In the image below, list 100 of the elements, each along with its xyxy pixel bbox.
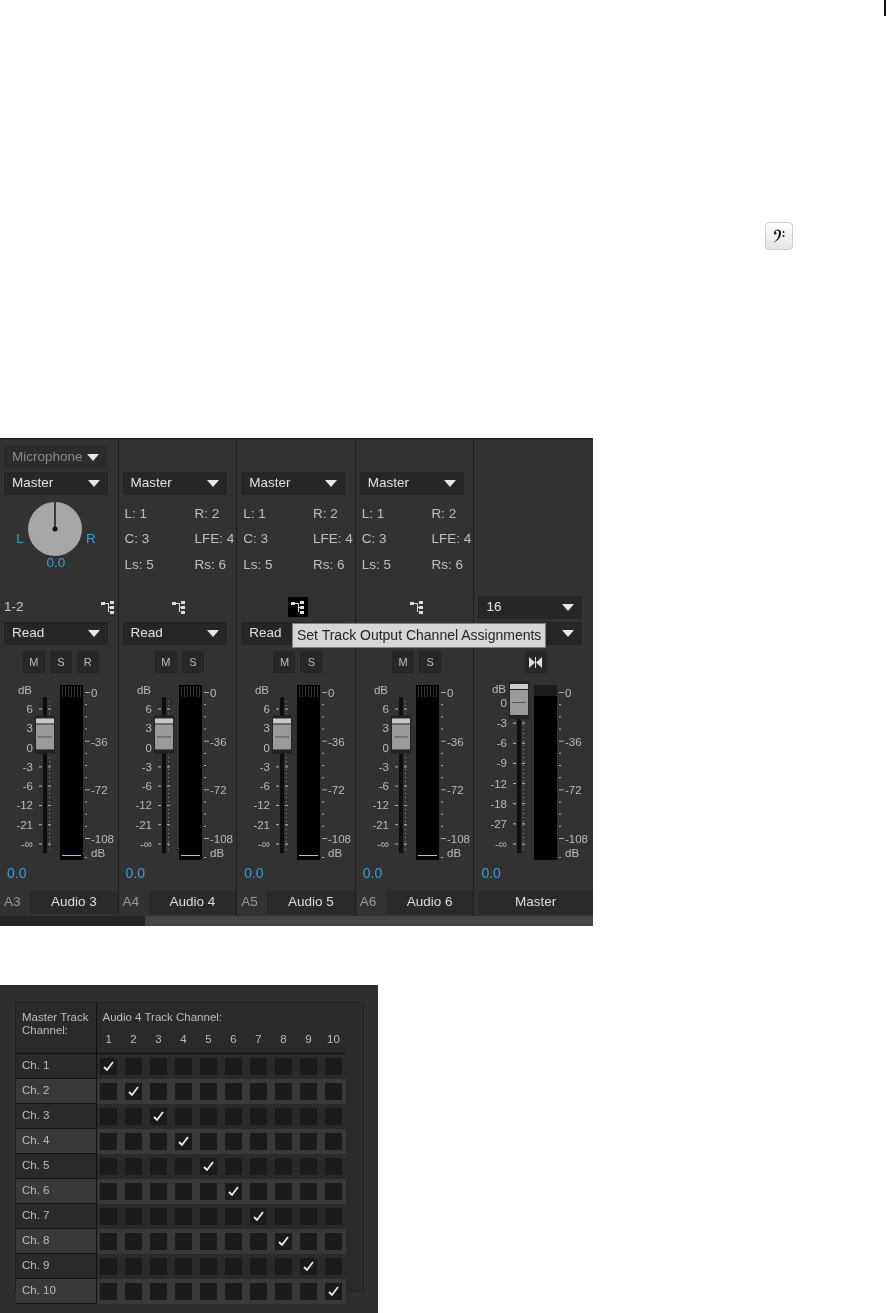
scale-label: 6 <box>263 703 271 715</box>
scale-label: 0 <box>446 687 454 699</box>
scale-label: 0 <box>26 741 33 754</box>
tooltip: Set Track Output Channel Assignments <box>292 623 547 648</box>
volume-value: 0.0 <box>124 864 147 883</box>
track-number: A6 <box>359 893 378 912</box>
unit-label: dB <box>91 847 106 859</box>
unit-label: dB <box>492 683 507 695</box>
scale-label: -108 <box>446 833 470 845</box>
scale-label: 0 <box>263 741 271 754</box>
unit-label: dB <box>565 847 580 859</box>
scale-label: -108 <box>565 833 589 845</box>
scale-label: 0 <box>145 741 152 754</box>
unit-label: dB <box>209 847 224 859</box>
scale-label: -∞ <box>376 838 389 850</box>
scale-label: 0 <box>565 687 572 699</box>
scale-label: -∞ <box>20 838 33 850</box>
row-label: Ch. 4 <box>16 1128 96 1154</box>
channel-assignment: LFE: 4 <box>313 530 353 549</box>
column-number: 5 <box>205 1032 212 1045</box>
channel-assignment: Ls: 5 <box>361 555 393 574</box>
column-number: 3 <box>155 1032 162 1045</box>
channel-assignment: Rs: 6 <box>431 555 465 574</box>
channel-assignment: Ls: 5 <box>124 555 155 574</box>
volume-value: 0.0 <box>243 864 265 883</box>
channel-assignment: R: 2 <box>194 505 221 523</box>
scale-label: -3 <box>22 760 33 773</box>
scale-label: -6 <box>141 780 152 793</box>
pan-left-label: L <box>16 529 24 548</box>
pan-value: 0.0 <box>46 554 66 572</box>
channel-assignment: L: 1 <box>124 505 149 523</box>
row-label: Ch. 6 <box>16 1178 96 1204</box>
channel-assignment: L: 1 <box>361 505 386 523</box>
channel-assignment: LFE: 4 <box>431 530 472 549</box>
scale-label: -21 <box>16 818 33 831</box>
scale-label: -3 <box>141 760 152 773</box>
row-label: Ch. 8 <box>16 1228 96 1254</box>
scale-label: -9 <box>497 757 508 770</box>
column-number: 6 <box>230 1032 237 1045</box>
unit-label: dB <box>17 684 32 696</box>
channel-assignment: LFE: 4 <box>194 530 235 549</box>
scale-label: -3 <box>378 760 389 773</box>
scale-label: -21 <box>372 818 389 831</box>
unit-label: dB <box>136 684 151 696</box>
scale-label: -108 <box>328 833 352 845</box>
scale-label: -12 <box>490 777 508 790</box>
scale-label: 6 <box>145 703 152 715</box>
unit-label: dB <box>255 684 270 696</box>
row-label: Ch. 5 <box>16 1153 96 1179</box>
scale-label: -18 <box>490 797 508 810</box>
row-label: Ch. 7 <box>16 1203 96 1229</box>
scale-label: -72 <box>209 784 227 797</box>
volume-value: 0.0 <box>361 864 384 883</box>
scale-label: -∞ <box>139 838 152 850</box>
channel-assignment: Rs: 6 <box>194 555 227 574</box>
scale-label: -36 <box>91 735 108 748</box>
scale-label: -6 <box>22 780 33 793</box>
scale-label: 6 <box>382 703 389 715</box>
volume-value: 0.0 <box>6 864 28 883</box>
track-number: A5 <box>241 893 259 912</box>
channel-assignment: C: 3 <box>361 530 388 549</box>
row-label: Ch. 10 <box>16 1278 96 1304</box>
column-number: 7 <box>255 1032 262 1045</box>
unit-label: dB <box>373 684 388 696</box>
channel-assignment: Rs: 6 <box>313 555 346 574</box>
scale-label: -36 <box>328 735 345 748</box>
channel-assignment: C: 3 <box>124 530 151 549</box>
scale-label: 3 <box>263 722 271 735</box>
scale-label: 0 <box>328 687 335 699</box>
scale-label: 3 <box>382 722 389 735</box>
scale-label: 3 <box>26 722 33 735</box>
column-number: 10 <box>327 1032 340 1045</box>
scale-label: -72 <box>565 784 582 797</box>
scale-label: -12 <box>134 799 152 812</box>
scale-label: -6 <box>259 780 271 793</box>
scale-label: -72 <box>446 784 464 797</box>
scale-label: -12 <box>372 799 389 812</box>
column-number: 9 <box>305 1032 312 1045</box>
column-header: Audio 4 Track Channel: <box>102 1011 223 1023</box>
scale-label: 0 <box>209 687 216 699</box>
scale-label: -27 <box>490 817 508 830</box>
column-number: 4 <box>180 1032 187 1045</box>
scale-label: 0 <box>500 697 508 709</box>
scale-label: -72 <box>91 784 108 797</box>
scale-label: -36 <box>565 735 582 748</box>
scale-label: -3 <box>497 717 508 730</box>
scale-label: -36 <box>446 735 464 748</box>
scale-label: -21 <box>134 818 152 831</box>
scale-label: -108 <box>209 833 233 845</box>
channel-assignment: C: 3 <box>243 530 269 549</box>
scale-label: -3 <box>259 760 271 773</box>
column-number: 1 <box>105 1032 112 1045</box>
scale-label: -36 <box>209 735 227 748</box>
scale-label: -6 <box>378 780 389 793</box>
scale-label: -72 <box>328 784 345 797</box>
unit-label: dB <box>328 847 343 859</box>
scale-label: -12 <box>253 799 271 812</box>
scale-label: -∞ <box>495 838 508 850</box>
track-number: A4 <box>122 893 141 912</box>
column-number: 2 <box>130 1032 137 1045</box>
